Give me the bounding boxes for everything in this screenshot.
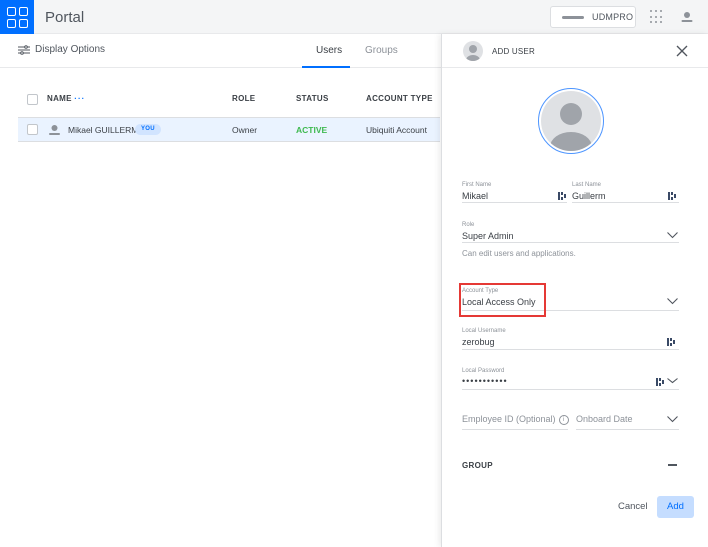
table-row[interactable]: Mikael GUILLERM YOU Owner ACTIVE Ubiquit… (18, 117, 440, 142)
add-user-panel: ADD USER First Name Mikael Last Name Gui… (441, 34, 708, 547)
device-selector-button[interactable]: UDMPRO (550, 6, 636, 28)
tab-groups[interactable]: Groups (365, 45, 398, 56)
avatar (541, 91, 601, 151)
role-hint: Can edit users and applications. (462, 249, 576, 258)
page-title: Portal (45, 9, 85, 26)
chevron-down-icon (667, 416, 678, 423)
column-header-account-type[interactable]: ACCOUNT TYPE (366, 94, 433, 103)
role-select[interactable]: Role Super Admin (462, 222, 679, 243)
password-manager-icon[interactable] (668, 191, 676, 201)
close-icon[interactable] (674, 43, 690, 59)
top-header: Portal UDMPRO (0, 0, 708, 34)
chevron-down-icon (667, 232, 678, 239)
column-header-status[interactable]: STATUS (296, 94, 329, 103)
panel-header: ADD USER (442, 34, 708, 68)
display-options-label: Display Options (35, 44, 106, 55)
show-password-icon[interactable] (667, 378, 678, 385)
onboard-date-select[interactable]: Onboard Date (576, 412, 679, 430)
user-avatar-icon[interactable] (680, 10, 694, 24)
user-role: Owner (232, 125, 258, 135)
info-icon[interactable]: i (558, 414, 569, 425)
last-name-field[interactable]: Last Name Guillerm (572, 182, 679, 203)
apps-grid-icon[interactable] (650, 10, 664, 24)
chevron-down-icon (667, 298, 678, 305)
password-manager-icon[interactable] (667, 337, 675, 347)
unifi-logo-icon[interactable] (0, 0, 34, 34)
user-avatar-icon (463, 41, 483, 61)
column-header-name[interactable]: NAME ··· (47, 94, 85, 103)
cancel-button[interactable]: Cancel (618, 501, 648, 512)
local-password-field[interactable]: Local Password ••••••••••• (462, 368, 679, 390)
select-all-checkbox[interactable] (27, 94, 38, 105)
sliders-icon (18, 44, 30, 55)
password-manager-icon[interactable] (656, 377, 664, 387)
profile-photo-upload[interactable] (538, 88, 604, 154)
group-section-label[interactable]: GROUP (462, 461, 493, 470)
password-manager-icon[interactable] (558, 191, 566, 201)
collapse-icon[interactable] (668, 464, 677, 466)
row-checkbox[interactable] (27, 124, 38, 135)
column-menu-icon[interactable]: ··· (74, 94, 85, 103)
highlight-box (459, 283, 546, 317)
table-header: NAME ··· ROLE STATUS ACCOUNT TYPE (0, 88, 440, 112)
employee-id-field[interactable]: Employee ID (Optional) i (462, 412, 569, 430)
account-type: Ubiquiti Account (366, 125, 427, 135)
panel-title: ADD USER (492, 47, 535, 56)
column-header-role[interactable]: ROLE (232, 94, 255, 103)
add-button[interactable]: Add (657, 496, 694, 518)
you-badge: YOU (135, 124, 161, 135)
first-name-field[interactable]: First Name Mikael (462, 182, 567, 203)
active-tab-indicator (302, 66, 350, 68)
device-label: UDMPRO (592, 12, 634, 22)
user-avatar-icon (49, 125, 60, 135)
user-name: Mikael GUILLERM (68, 125, 139, 135)
router-icon (562, 15, 584, 19)
status-badge: ACTIVE (296, 125, 328, 135)
tab-users[interactable]: Users (316, 45, 342, 56)
local-username-field[interactable]: Local Username zerobug (462, 328, 679, 350)
display-options-button[interactable]: Display Options (18, 44, 105, 55)
